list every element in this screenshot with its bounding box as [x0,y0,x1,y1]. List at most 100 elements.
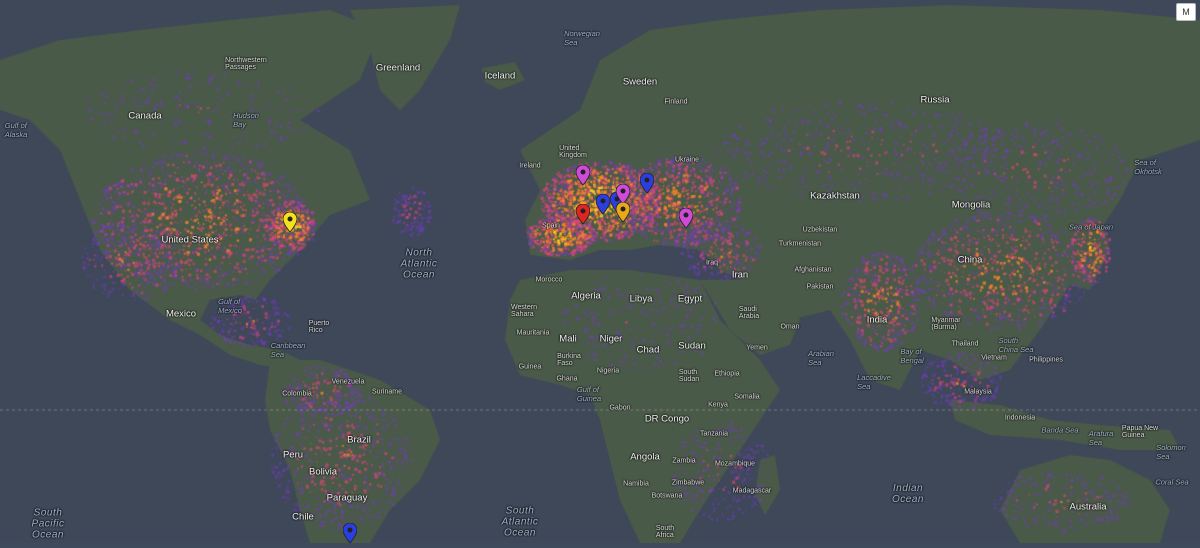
map-label: South China Sea [998,336,1034,354]
map-label: Peru [282,449,304,461]
map-label: Iceland [484,70,516,82]
map-label: Ghana [556,375,578,383]
map-label: Chad [636,344,660,356]
map-label: Kazakhstan [810,190,860,202]
marker-milan-pin-icon[interactable] [615,201,631,223]
map-type-control[interactable]: M [1176,3,1196,21]
map-label: Australia [1069,501,1107,513]
map-label: Chile [292,511,314,523]
map-label: Gulf of Mexico [218,297,242,315]
map-label: Mali [559,333,577,345]
marker-warsaw-pin-icon[interactable] [639,172,655,194]
map-label: Tanzania [699,430,729,438]
map-label: Sweden [622,76,658,88]
map-label: Gulf of Guinea [576,385,602,403]
map-label: Malaysia [964,388,992,396]
map-label: Namibia [623,480,649,488]
map-label: Zambia [672,457,696,465]
map-label: United States [161,234,219,246]
map-label: Spain [542,222,560,230]
map-label: Afghanistan [794,266,832,274]
map-label: Libya [629,293,653,305]
map-label: South Sudan [678,369,700,383]
map-label: India [866,314,888,326]
map-label: Mozambique [714,460,756,468]
map-label: Thailand [951,340,979,348]
map-label: Norwegian Sea [564,29,600,47]
map-label: Bolivia [309,466,337,478]
map-label: Indian Ocean [892,483,924,505]
map-label: Mauritania [516,329,550,337]
map-label: Vietnam [981,354,1007,362]
map-label: Morocco [535,276,563,284]
map-label: Kenya [708,401,728,409]
map-label: Caribbean Sea [270,341,306,359]
map-label: Sudan [678,340,706,352]
map-label: Ukraine [674,156,700,164]
map-label: China [957,254,983,266]
map-label: Colombia [282,390,312,398]
map-label: Turkmenistan [778,240,822,248]
map-label: Mongolia [951,199,991,211]
map-label: Sea of Okhotsk [1134,158,1162,176]
map-label: Solomon Sea [1156,443,1186,461]
marker-geneva-pin-icon[interactable] [595,193,611,215]
map-label: DR Congo [644,413,690,425]
map-label: Venezuela [331,378,365,386]
map-label: Finland [664,98,688,106]
map-label: Suriname [372,388,402,396]
map-label: South Africa [655,525,675,539]
map-label: Paraguay [326,492,368,504]
map-label: Mexico [165,308,197,320]
map-label: Somalia [734,393,760,401]
map-label: Iran [731,269,749,281]
map-label: Banda Sea [1041,425,1079,435]
map-label: Brazil [347,434,371,446]
marker-istanbul-pin-icon[interactable] [678,207,694,229]
map-label: Burkina Faso [557,353,581,367]
map-label: Uzbekistan [802,226,838,234]
map-label: South Atlantic Ocean [501,505,539,539]
map-label: Philippines [1029,356,1063,364]
map-label: South Pacific Ocean [31,507,65,541]
map-label: Canada [128,110,162,122]
map-label: Botswana [651,492,683,500]
map-label: Saudi Arabia [738,306,760,320]
marker-new-york-pin-icon[interactable] [282,211,298,233]
marker-paris-pin-icon[interactable] [575,203,591,225]
map-label: Arafura Sea [1088,429,1114,447]
map-label: Coral Sea [1155,477,1189,487]
map-label: Oman [780,323,800,331]
map-label: Nigeria [596,367,620,375]
map-label: Gabon [609,404,631,412]
map-label: Indonesia [1004,414,1036,422]
map-label: Ireland [519,162,541,170]
map-label: Puerto Rico [308,320,330,334]
marker-buenos-aires-pin-icon[interactable] [342,522,358,544]
map-label: Myanmar (Burma) [931,317,961,331]
map-label: Arabian Sea [808,349,834,367]
map-label: Iraq [705,259,719,267]
map-label: United Kingdom [559,145,587,159]
map-label: Madagascar [732,487,772,495]
marker-munich-pin-icon[interactable] [615,183,631,205]
map-label: Northwestern Passages [225,57,267,71]
heatmap-world-map[interactable] [0,0,1200,543]
map-label: Egypt [677,293,703,305]
map-label: Niger [599,333,623,345]
map-label: Greenland [375,62,421,74]
map-label: Russia [920,94,950,106]
map-label: Angola [630,451,660,463]
map-label: Yemen [746,344,768,352]
map-label: North Atlantic Ocean [400,247,438,281]
map-label: Gulf of Alaska [4,121,28,139]
map-label: Pakistan [806,283,834,291]
map-label: Papua New Guinea [1121,425,1159,439]
map-label: Laccadive Sea [857,373,891,391]
map-label: Hudson Bay [233,111,259,129]
map-label: Guinea [518,363,542,371]
marker-london-pin-icon[interactable] [575,164,591,186]
map-label: Zimbabwe [671,479,705,487]
map-label: Sea of Japan [1068,222,1114,232]
map-label: Ethiopia [714,370,740,378]
